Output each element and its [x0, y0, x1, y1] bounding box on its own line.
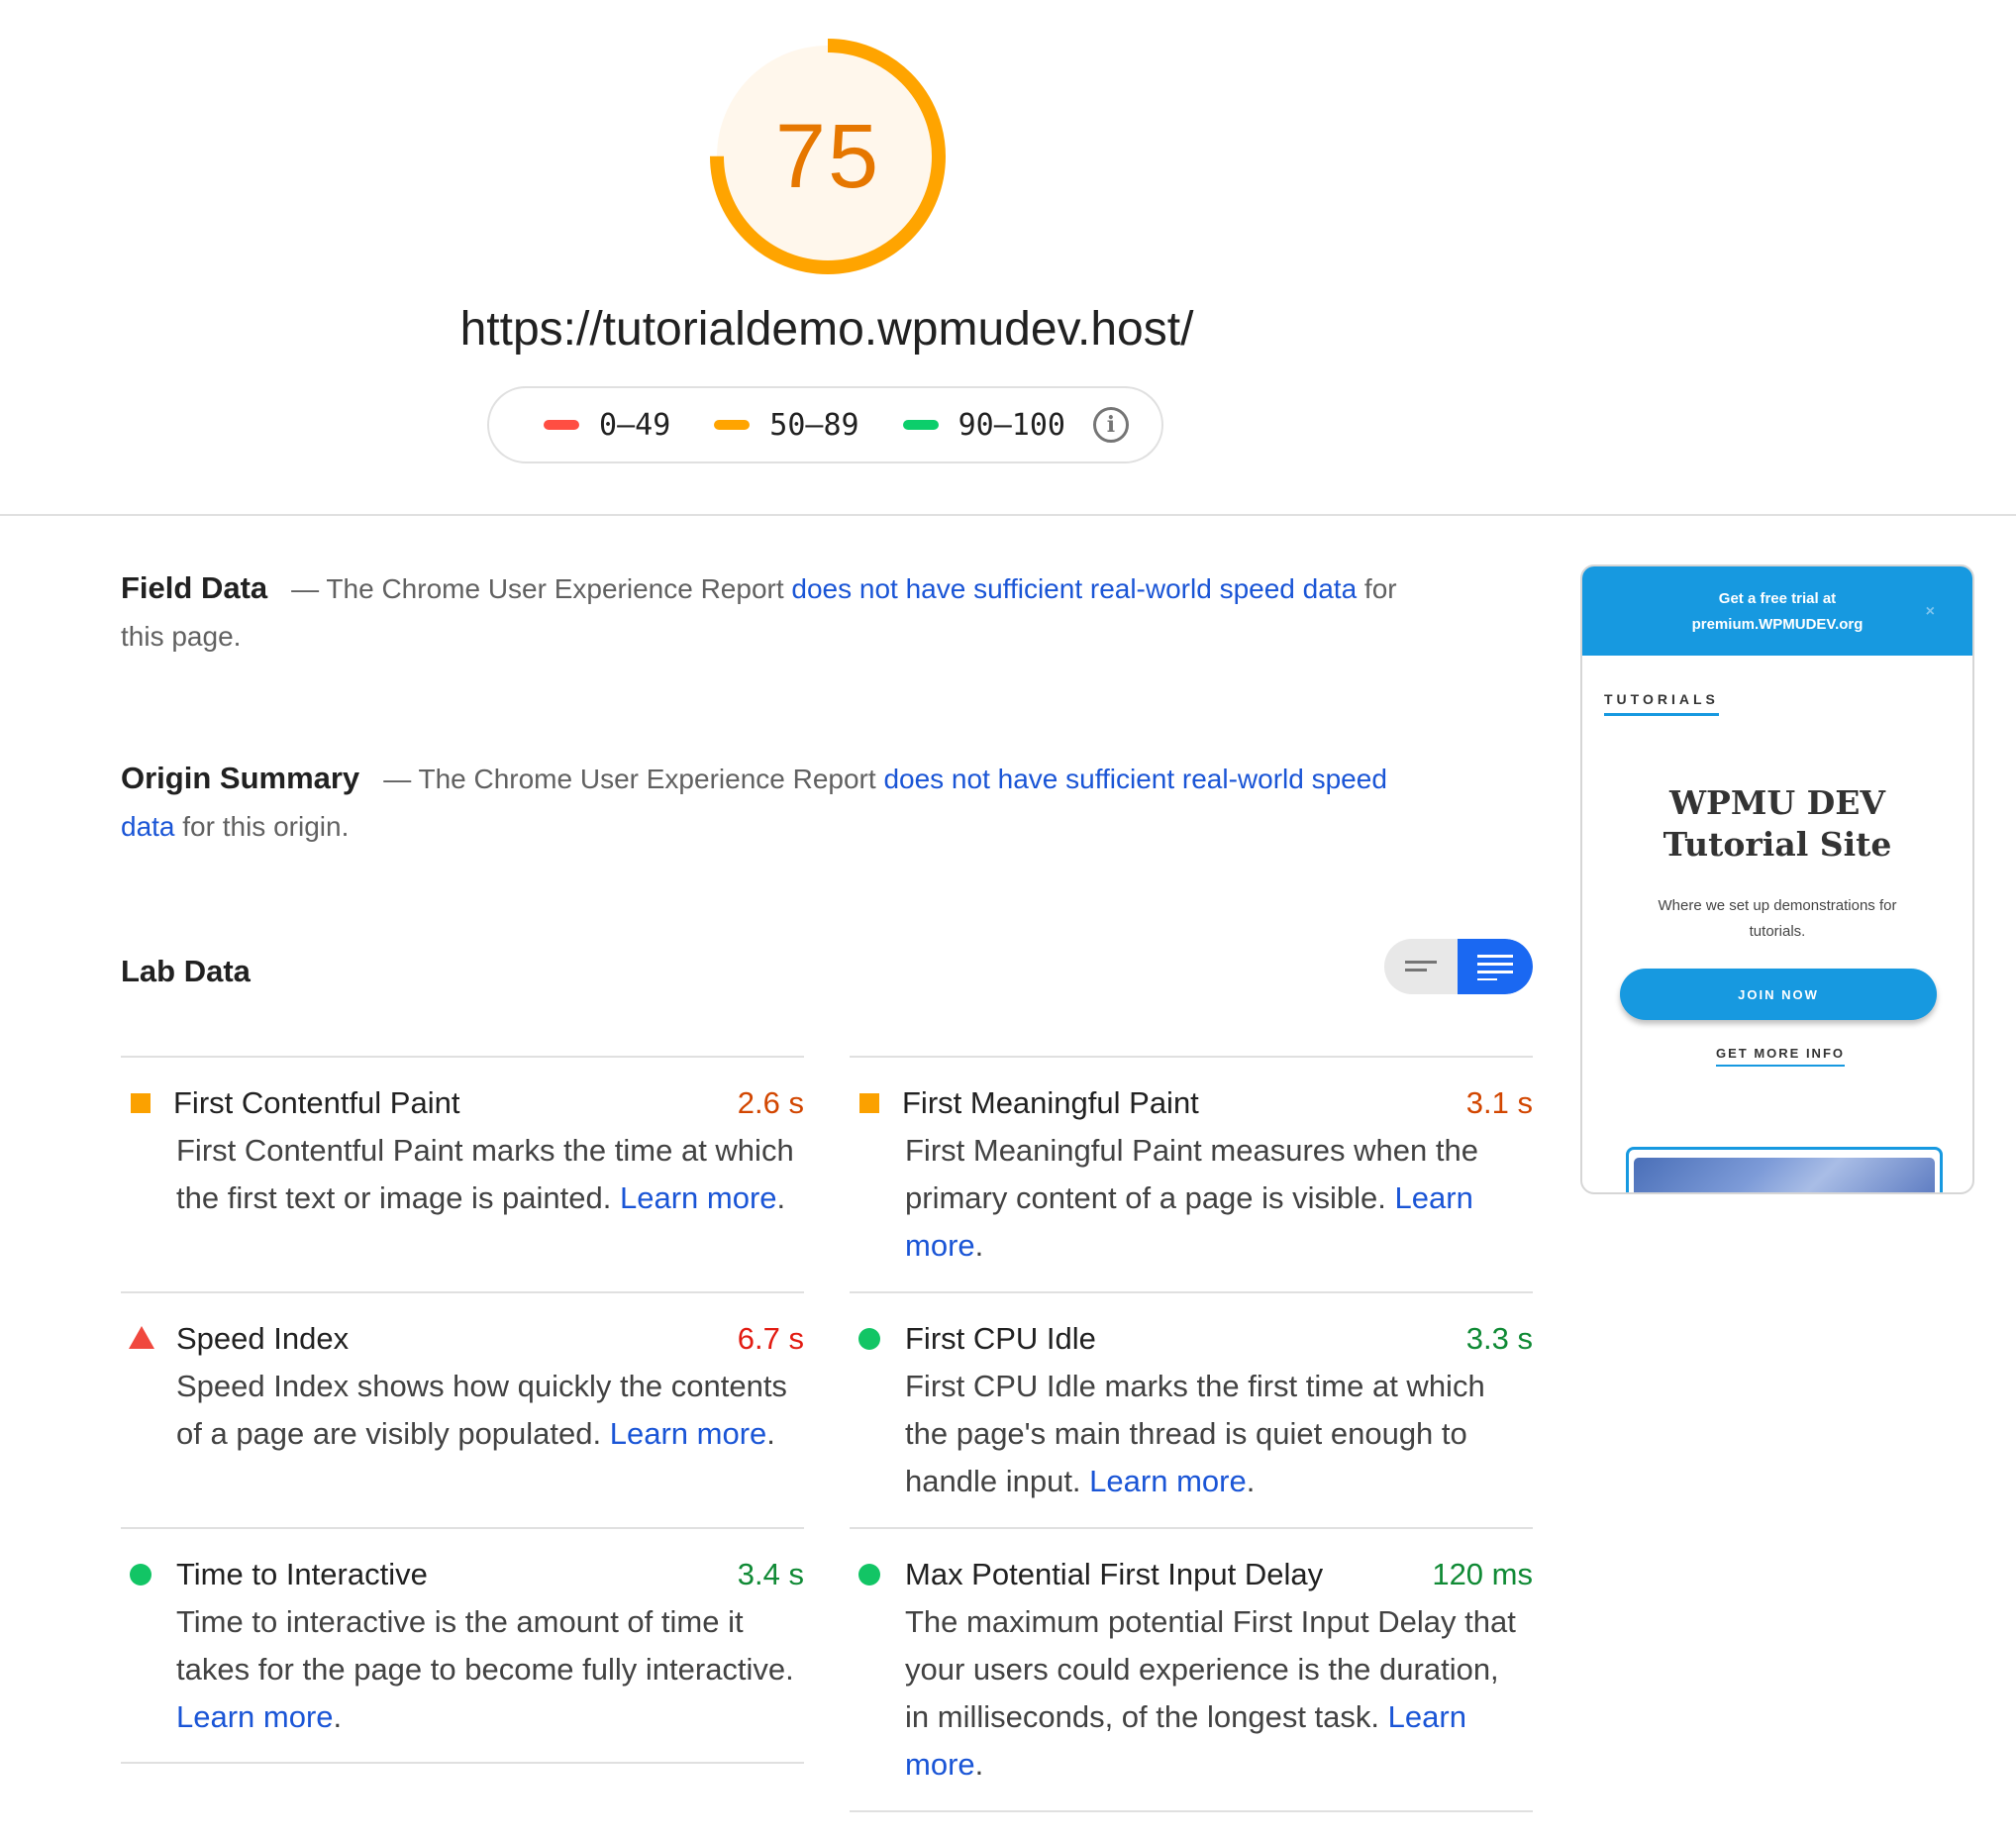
metric-description-trail: .	[333, 1699, 343, 1734]
legend-label-pass: 90–100	[958, 407, 1065, 443]
info-icon[interactable]: i	[1092, 407, 1129, 443]
legend-swatch-pass	[902, 420, 939, 430]
metric-view-toggle[interactable]	[1384, 939, 1533, 994]
expanded-view-button[interactable]	[1458, 939, 1533, 994]
legend-label-average: 50–89	[769, 407, 859, 443]
lab-data-heading: Lab Data	[121, 954, 251, 988]
learn-more-link[interactable]: Learn more	[176, 1699, 334, 1734]
metric-description: Speed Index shows how quickly the conten…	[176, 1363, 804, 1458]
metric-first-meaningful-paint: First Meaningful Paint 3.1 s First Meani…	[850, 1056, 1533, 1270]
close-icon: ×	[1925, 603, 1935, 620]
origin-summary-heading: Origin Summary	[121, 761, 360, 795]
metric-value: 3.1 s	[1465, 1085, 1533, 1120]
header-divider	[0, 514, 2016, 516]
metrics-bottom-divider	[850, 1810, 1533, 1812]
learn-more-link[interactable]: Learn more	[620, 1180, 777, 1215]
tested-url: https://tutorialdemo.wpmudev.host/	[459, 303, 1194, 356]
legend-item-fail: 0–49	[544, 408, 670, 443]
metric-value: 2.6 s	[737, 1085, 804, 1120]
metric-name: Time to Interactive	[176, 1557, 428, 1591]
thumbnail-hero-image	[1626, 1147, 1943, 1192]
average-square-icon	[859, 1093, 879, 1113]
thumbnail-join-button: JOIN NOW	[1620, 969, 1937, 1020]
thumbnail-title-line1: WPMU DEV	[1668, 783, 1886, 822]
metric-description: First Contentful Paint marks the time at…	[176, 1127, 804, 1222]
thumbnail-promo-banner: Get a free trial at premium.WPMUDEV.org …	[1582, 566, 1972, 656]
thumbnail-banner-line2: premium.WPMUDEV.org	[1691, 616, 1864, 633]
metric-description-text: First Meaningful Paint measures when the…	[905, 1133, 1478, 1215]
compact-view-icon	[1405, 961, 1437, 972]
metric-description: Time to interactive is the amount of tim…	[176, 1598, 804, 1741]
thumbnail-hero-image-fill	[1634, 1158, 1935, 1192]
metric-description-text: Time to interactive is the amount of tim…	[176, 1604, 794, 1687]
compact-view-button[interactable]	[1384, 939, 1458, 994]
thumbnail-subtitle: Where we set up demonstrations for tutor…	[1658, 897, 1897, 940]
field-data-heading: Field Data	[121, 570, 268, 605]
metric-value: 6.7 s	[737, 1321, 804, 1356]
field-data-section: Field Data — The Chrome User Experience R…	[121, 564, 1408, 661]
performance-score: 75	[774, 105, 881, 207]
learn-more-link[interactable]: Learn more	[610, 1416, 767, 1451]
metric-description: First CPU Idle marks the first time at w…	[905, 1363, 1533, 1505]
metric-first-contentful-paint: First Contentful Paint 2.6 s First Conte…	[121, 1056, 804, 1222]
expanded-view-icon	[1477, 955, 1513, 980]
origin-summary-prefix: — The Chrome User Experience Report	[383, 764, 876, 794]
metric-description-trail: .	[974, 1747, 984, 1782]
metric-first-cpu-idle: First CPU Idle 3.3 s First CPU Idle mark…	[850, 1291, 1533, 1505]
metric-name: First Contentful Paint	[173, 1085, 460, 1120]
metric-description-trail: .	[776, 1180, 786, 1215]
legend-swatch-average	[714, 420, 751, 430]
metric-description-trail: .	[1246, 1464, 1256, 1498]
fail-triangle-icon	[129, 1326, 154, 1349]
field-data-prefix: — The Chrome User Experience Report	[291, 573, 784, 604]
score-legend: 0–49 50–89 90–100 i	[487, 386, 1163, 463]
metric-name: First Meaningful Paint	[902, 1085, 1199, 1120]
metric-max-potential-fid: Max Potential First Input Delay 120 ms T…	[850, 1527, 1533, 1789]
metric-name: Speed Index	[176, 1321, 350, 1356]
metric-description: First Meaningful Paint measures when the…	[905, 1127, 1533, 1270]
metric-value: 3.4 s	[737, 1557, 804, 1591]
metric-value: 120 ms	[1432, 1557, 1533, 1591]
metric-description-trail: .	[766, 1416, 775, 1451]
metric-description-trail: .	[974, 1228, 984, 1263]
pass-circle-icon	[130, 1564, 151, 1586]
legend-label-fail: 0–49	[599, 407, 671, 443]
pass-circle-icon	[858, 1564, 880, 1586]
performance-score-gauge: 75	[705, 34, 951, 279]
field-data-link[interactable]: does not have sufficient real-world spee…	[791, 573, 1357, 604]
metric-name: Max Potential First Input Delay	[905, 1557, 1324, 1591]
page-screenshot-thumbnail: Get a free trial at premium.WPMUDEV.org …	[1580, 564, 1974, 1194]
thumbnail-banner-line1: Get a free trial at	[1718, 590, 1837, 607]
legend-item-pass: 90–100	[902, 407, 1065, 443]
metrics-bottom-divider	[121, 1762, 804, 1764]
legend-swatch-fail	[544, 420, 580, 430]
legend-item-average: 50–89	[714, 407, 859, 443]
metric-value: 3.3 s	[1465, 1321, 1533, 1356]
origin-summary-suffix: for this origin.	[182, 811, 350, 842]
pass-circle-icon	[858, 1328, 880, 1350]
metric-name: First CPU Idle	[905, 1321, 1096, 1356]
thumbnail-site-title: WPMU DEV Tutorial Site	[1582, 782, 1972, 866]
thumbnail-title-line2: Tutorial Site	[1663, 825, 1892, 864]
metric-speed-index: Speed Index 6.7 s Speed Index shows how …	[121, 1291, 804, 1458]
learn-more-link[interactable]: Learn more	[1089, 1464, 1247, 1498]
thumbnail-nav-link: TUTORIALS	[1604, 691, 1719, 716]
metric-description: The maximum potential First Input Delay …	[905, 1598, 1533, 1789]
average-square-icon	[131, 1093, 151, 1113]
metric-time-to-interactive: Time to Interactive 3.4 s Time to intera…	[121, 1527, 804, 1741]
origin-summary-section: Origin Summary — The Chrome User Experien…	[121, 755, 1398, 851]
thumbnail-more-info-link: GET MORE INFO	[1716, 1046, 1845, 1067]
